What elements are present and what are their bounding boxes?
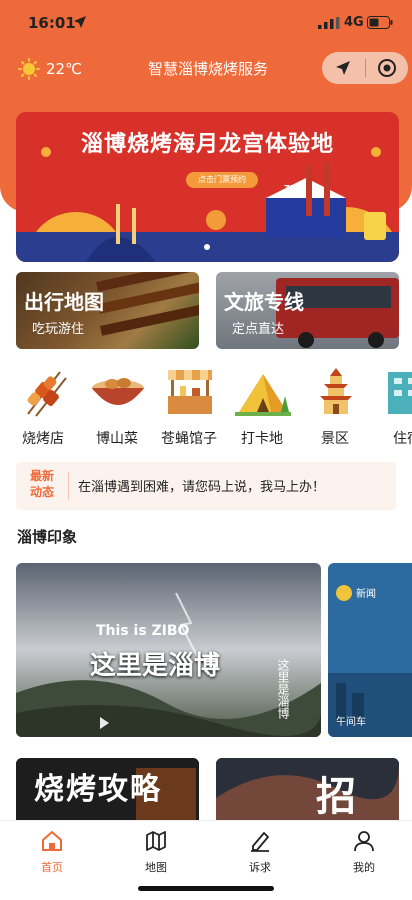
news-ticker[interactable]: 最新 动态 在淄博遇到困难，请您码上说，我马上办！ (16, 462, 396, 510)
navigation-arrow-icon (336, 61, 351, 75)
app-title: 智慧淄博烧烤服务 (147, 60, 268, 78)
status-time: 16:01 (28, 14, 76, 32)
category-accommodation[interactable]: 住宿 (372, 362, 412, 452)
banner-logo-text: ZIBO (284, 184, 306, 193)
category-label: 博山菜 (96, 431, 138, 447)
tab-label: 诉求 (249, 861, 271, 874)
skewer-icon (27, 371, 67, 417)
travel-map-card[interactable]: 出行地图 吃玩游住 (16, 272, 199, 349)
category-checkin-spots[interactable]: 打卡地 (227, 362, 297, 452)
edit-icon (251, 832, 269, 852)
map-icon (146, 831, 166, 851)
recruit-card[interactable]: 招 (216, 758, 399, 824)
bbq-guide-card[interactable]: 烧烤攻略 (16, 758, 199, 824)
news-text: 在淄博遇到困难，请您码上说，我马上办！ (78, 480, 326, 495)
signal-icon (318, 17, 340, 29)
recruit-thumbnail (216, 758, 399, 824)
news-divider (68, 472, 69, 500)
battery-icon (367, 16, 393, 29)
category-label: 烧烤店 (22, 431, 64, 447)
tourism-line-card[interactable]: 文旅专线 定点直达 (216, 272, 399, 349)
tab-label: 地图 (145, 861, 167, 874)
pagoda-icon (320, 368, 352, 414)
user-icon (354, 831, 374, 852)
video-title: 这里是淄博 (90, 651, 221, 681)
news-channel-label: 新闻 (356, 589, 376, 600)
news-tag: 最新 动态 (24, 468, 60, 500)
ticket-booking-button[interactable]: 点击门票预约 (186, 172, 258, 188)
category-scenic-areas[interactable]: 景区 (300, 362, 370, 452)
tab-appeal[interactable]: 诉求 (230, 829, 290, 875)
status-bar: 16:01 4G (0, 0, 412, 44)
travel-map-title: 出行地图 (24, 290, 104, 314)
category-label: 打卡地 (241, 431, 283, 447)
location-arrow-icon (74, 16, 86, 28)
home-indicator (138, 886, 274, 891)
banner-title: 淄博烧烤海月龙宫体验地 (80, 132, 334, 157)
mini-program-capsule (322, 52, 408, 84)
banner-pager-dot (204, 244, 210, 250)
news-caption: 午间车 (336, 717, 366, 728)
tab-profile[interactable]: 我的 (334, 829, 394, 875)
category-bbq-shop[interactable]: 烧烤店 (8, 362, 78, 452)
weather-widget: 22℃ (18, 56, 82, 82)
travel-map-subtitle: 吃玩游住 (32, 322, 85, 337)
category-row: 烧烤店 博山菜 苍蝇馆子 打卡地 景区 住 (0, 362, 412, 452)
recruit-text: 招 (316, 774, 356, 820)
target-circle-icon (377, 59, 396, 77)
category-label: 住宿 (393, 431, 412, 447)
app-page: 16:01 4G 22℃ 智慧淄博烧烤服务 淄博烧烤海月龙宫体验地 点击门票预约… (0, 0, 412, 900)
navigate-button[interactable] (322, 52, 365, 84)
video-side-text: 这里是淄博 (276, 659, 290, 719)
play-icon (100, 717, 109, 729)
news-tag-line2: 动态 (29, 485, 54, 499)
tab-home[interactable]: 首页 (22, 829, 82, 875)
sun-icon (18, 58, 40, 80)
category-label: 景区 (321, 431, 349, 447)
category-label: 苍蝇馆子 (161, 431, 217, 447)
tourism-line-title: 文旅专线 (224, 290, 304, 314)
tab-map[interactable]: 地图 (126, 829, 186, 875)
tourism-line-subtitle: 定点直达 (232, 322, 285, 337)
news-tag-line1: 最新 (29, 469, 54, 483)
dish-bowl-icon (92, 378, 144, 405)
home-icon (42, 831, 62, 851)
category-boshan-cuisine[interactable]: 博山菜 (82, 362, 152, 452)
section-title: 淄博印象 (17, 528, 78, 546)
food-stall-icon (168, 370, 212, 414)
temperature: 22℃ (46, 60, 82, 78)
bbq-guide-text: 烧烤攻略 (34, 772, 162, 807)
video-overlay-text: This is ZIBO (96, 623, 190, 639)
tab-label: 首页 (41, 861, 63, 874)
hotel-icon (388, 372, 412, 414)
promo-banner[interactable]: 淄博烧烤海月龙宫体验地 点击门票预约 ZIBO (16, 112, 399, 262)
tab-label: 我的 (353, 861, 375, 874)
close-miniprogram-button[interactable] (365, 52, 408, 84)
impression-video-card-2[interactable]: 新闻 午间车 (328, 563, 412, 737)
category-small-eateries[interactable]: 苍蝇馆子 (154, 362, 224, 452)
impression-video-card[interactable]: This is ZIBO 这里是淄博 这里是淄博 (16, 563, 321, 737)
network-type: 4G (344, 15, 364, 30)
tent-icon (235, 374, 291, 416)
